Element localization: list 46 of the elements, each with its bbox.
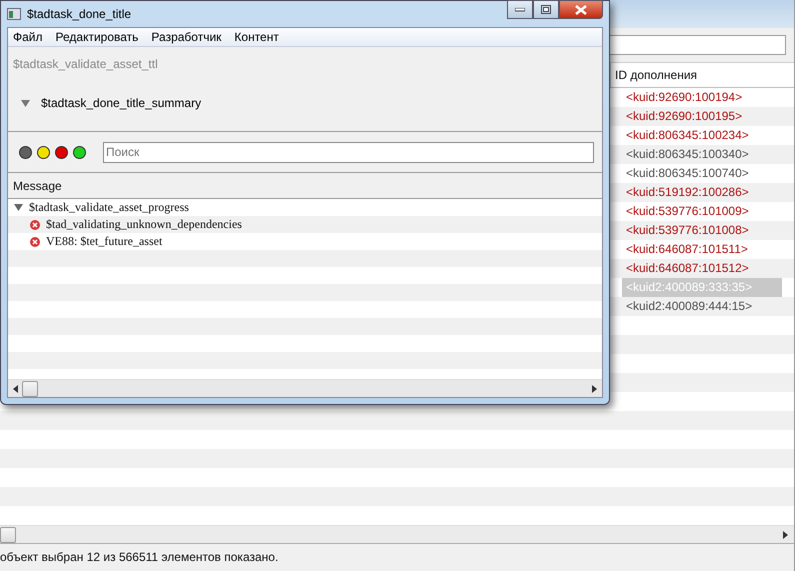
filter-dot[interactable]: [19, 146, 32, 158]
column-header[interactable]: Message: [13, 178, 62, 192]
menu-item[interactable]: Редактировать: [56, 30, 138, 44]
menu-item[interactable]: Контент: [234, 30, 279, 44]
table-cell[interactable]: <kuid:539776:101009>: [622, 202, 782, 221]
scrollbar-thumb[interactable]: [0, 526, 16, 542]
menu-item[interactable]: Файл: [13, 30, 43, 44]
table-cell[interactable]: <kuid:92690:100195>: [622, 107, 782, 126]
menu-item[interactable]: Разработчик: [151, 30, 222, 44]
message-text[interactable]: $tadtask_validate_asset_progress: [29, 200, 189, 215]
table-cell[interactable]: <kuid:646087:101512>: [622, 259, 782, 278]
maximize-button[interactable]: [533, 0, 559, 19]
error-icon: [30, 220, 40, 230]
horizontal-scrollbar[interactable]: [0, 525, 794, 543]
table-cell[interactable]: <kuid:806345:100234>: [622, 126, 782, 145]
table-cell[interactable]: <kuid:519192:100286>: [622, 183, 782, 202]
maximize-icon: [541, 5, 551, 14]
filter-dot[interactable]: [37, 146, 50, 158]
window-icon: [7, 8, 21, 20]
collapse-triangle-icon[interactable]: [21, 98, 30, 108]
table-cell[interactable]: <kuid:806345:100340>: [622, 145, 782, 164]
close-icon: [575, 4, 587, 14]
table-cell[interactable]: <kuid:806345:100740>: [622, 164, 782, 183]
filter-dot[interactable]: [73, 146, 86, 158]
message-text[interactable]: VE88: $tet_future_asset: [46, 234, 162, 249]
table-cell[interactable]: <kuid2:400089:444:15>: [622, 297, 782, 316]
message-text[interactable]: $tad_validating_unknown_dependencies: [46, 217, 242, 232]
minimize-button[interactable]: [507, 0, 533, 19]
subtitle-text: $tadtask_validate_asset_ttl: [12, 56, 159, 71]
search-field[interactable]: Поиск: [103, 142, 594, 162]
filter-dot[interactable]: [55, 146, 68, 158]
right-arrow-icon[interactable]: [592, 384, 597, 392]
summary-label: $tadtask_done_title_summary: [41, 96, 202, 110]
window-title: $tadtask_done_title: [27, 7, 132, 21]
scrollbar-thumb[interactable]: [22, 380, 38, 396]
minimize-icon: [515, 8, 525, 12]
collapse-triangle-icon[interactable]: [14, 203, 23, 212]
table-cell[interactable]: <kuid:539776:101008>: [622, 221, 782, 240]
table-cell[interactable]: <kuid:92690:100194>: [622, 88, 782, 107]
error-icon: [30, 236, 40, 246]
right-arrow-icon[interactable]: [783, 530, 788, 538]
table-cell[interactable]: <kuid:646087:101511>: [622, 240, 782, 259]
horizontal-scrollbar[interactable]: [8, 379, 602, 397]
close-button[interactable]: [559, 0, 603, 19]
left-arrow-icon[interactable]: [13, 384, 18, 392]
status-text: объект выбран 12 из 566511 элементов показано.: [0, 543, 794, 571]
